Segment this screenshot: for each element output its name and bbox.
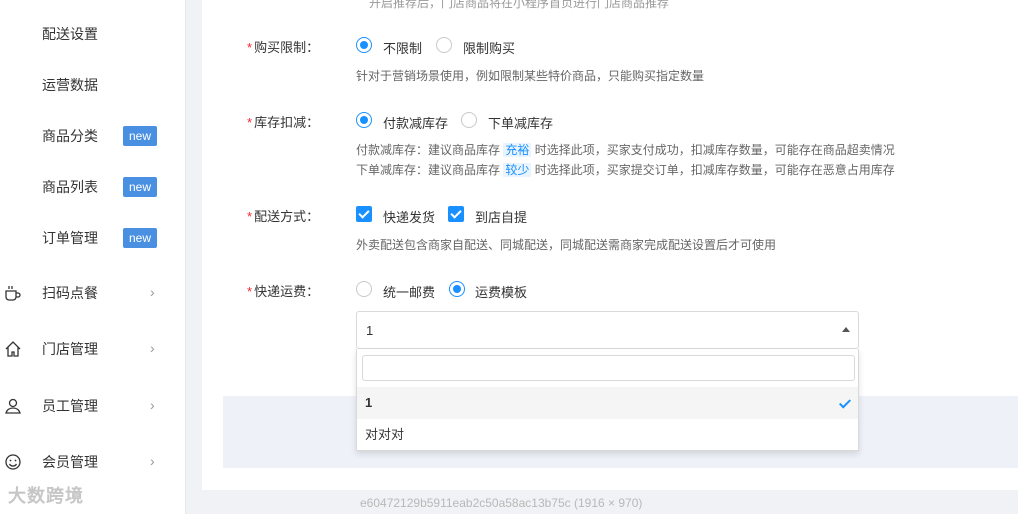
radio-uniform-postage-label: 统一邮费 bbox=[383, 285, 436, 300]
layout-gutter bbox=[186, 0, 202, 514]
stock-deduction-label: * 库存扣减： bbox=[247, 112, 319, 131]
sidebar-item-label: 商品分类 bbox=[42, 128, 98, 144]
purchase-limit-label: * 购买限制： bbox=[247, 37, 319, 56]
home-icon bbox=[5, 341, 21, 357]
purchase-limit-help: 针对于营销场景使用，例如限制某些特价商品，只能购买指定数量 bbox=[356, 69, 705, 83]
shipping-fee-label-text: 快递运费： bbox=[254, 284, 320, 299]
required-mark: * bbox=[247, 40, 253, 55]
radio-order-deduct-label: 下单减库存 bbox=[488, 116, 554, 131]
sidebar-item-store-management[interactable]: 门店管理 › bbox=[0, 329, 186, 369]
sidebar-item-operation-data[interactable]: 运营数据 bbox=[0, 65, 186, 105]
sidebar-item-member-management[interactable]: 会员管理 › bbox=[0, 442, 186, 482]
watermark-logo: 大数跨境 bbox=[8, 486, 84, 506]
stock-help-order-b: 时选择此项，买家提交订单，扣减库存数量，可能存在恶意占用库存 bbox=[534, 163, 895, 177]
stock-help-order: 下单减库存：建议商品库存 较少 时选择此项，买家提交订单，扣减库存数量，可能存在… bbox=[356, 161, 895, 178]
sidebar-item-label: 订单管理 bbox=[42, 230, 98, 246]
checkbox-express-label: 快递发货 bbox=[383, 210, 436, 225]
sidebar-item-label: 门店管理 bbox=[42, 341, 98, 357]
sidebar-item-label: 商品列表 bbox=[42, 179, 98, 195]
shipping-fee-label: * 快递运费： bbox=[247, 281, 319, 300]
sidebar-item-product-category[interactable]: 商品分类 new bbox=[0, 116, 186, 156]
caret-up-icon bbox=[842, 327, 850, 332]
radio-no-limit[interactable] bbox=[356, 37, 372, 53]
check-icon bbox=[838, 396, 852, 409]
sidebar-item-scan-order[interactable]: 扫码点餐 › bbox=[0, 273, 186, 313]
new-badge: new bbox=[123, 228, 158, 248]
required-mark: * bbox=[247, 284, 253, 299]
sidebar-item-order-management[interactable]: 订单管理 new bbox=[0, 218, 186, 258]
recommend-hint: 开启推荐后，门店商品将在小程序首页进行门店商品推荐 bbox=[369, 0, 670, 10]
stock-help-pay-b: 时选择此项，买家支付成功，扣减库存数量，可能存在商品超卖情况 bbox=[534, 143, 895, 157]
purchase-limit-label-text: 购买限制： bbox=[254, 40, 320, 55]
sidebar-item-staff-management[interactable]: 员工管理 › bbox=[0, 386, 186, 426]
stock-help-order-highlight: 较少 bbox=[503, 163, 532, 177]
radio-limit-purchase[interactable] bbox=[436, 37, 452, 53]
sidebar: 配送设置 运营数据 商品分类 new 商品列表 new 订单管理 new 扫码点… bbox=[0, 0, 186, 514]
radio-freight-template[interactable] bbox=[449, 281, 465, 297]
stock-help-order-a: 下单减库存：建议商品库存 bbox=[356, 163, 501, 177]
sidebar-item-delivery-settings[interactable]: 配送设置 bbox=[0, 14, 186, 54]
sidebar-item-label: 运营数据 bbox=[42, 77, 98, 93]
dropdown-option[interactable]: 对对对 bbox=[357, 419, 858, 451]
sidebar-item-label: 会员管理 bbox=[42, 454, 98, 470]
freight-template-dropdown: 1 对对对 bbox=[356, 349, 859, 451]
delivery-method-label-text: 配送方式： bbox=[254, 209, 320, 224]
dropdown-option[interactable]: 1 bbox=[357, 387, 858, 419]
stock-help-pay-highlight: 充裕 bbox=[503, 143, 532, 157]
stock-help-pay-a: 付款减库存：建议商品库存 bbox=[356, 143, 501, 157]
required-mark: * bbox=[247, 115, 253, 130]
chevron-right-icon: › bbox=[150, 453, 155, 469]
checkbox-pickup[interactable] bbox=[448, 206, 464, 222]
new-badge: new bbox=[123, 126, 158, 146]
checkbox-pickup-label: 到店自提 bbox=[475, 210, 528, 225]
freight-template-select[interactable]: 1 bbox=[356, 311, 859, 349]
sidebar-item-label: 扫码点餐 bbox=[42, 285, 98, 301]
user-icon bbox=[5, 398, 21, 414]
new-badge: new bbox=[123, 177, 158, 197]
radio-order-deduct[interactable] bbox=[461, 112, 477, 128]
select-value: 1 bbox=[366, 323, 374, 338]
radio-freight-template-label: 运费模板 bbox=[475, 285, 528, 300]
watermark-id: e60472129b5911eab2c50a58ac13b75c (1916 ×… bbox=[360, 496, 643, 510]
stock-deduction-label-text: 库存扣减： bbox=[254, 115, 320, 130]
sidebar-item-product-list[interactable]: 商品列表 new bbox=[0, 167, 186, 207]
radio-no-limit-label: 不限制 bbox=[383, 41, 423, 56]
stock-help-pay: 付款减库存：建议商品库存 充裕 时选择此项，买家支付成功，扣减库存数量，可能存在… bbox=[356, 141, 895, 158]
radio-pay-deduct-label: 付款减库存 bbox=[383, 116, 449, 131]
dropdown-option-label: 对对对 bbox=[365, 427, 405, 442]
delivery-method-label: * 配送方式： bbox=[247, 206, 319, 225]
chevron-right-icon: › bbox=[150, 397, 155, 413]
radio-limit-purchase-label: 限制购买 bbox=[463, 41, 516, 56]
radio-uniform-postage[interactable] bbox=[356, 281, 372, 297]
required-mark: * bbox=[247, 209, 253, 224]
delivery-help: 外卖配送包含商家自配送、同城配送，同城配送需商家完成配送设置后才可使用 bbox=[356, 238, 777, 252]
chevron-right-icon: › bbox=[150, 340, 155, 356]
chevron-right-icon: › bbox=[150, 284, 155, 300]
radio-pay-deduct[interactable] bbox=[356, 112, 372, 128]
sidebar-item-label: 员工管理 bbox=[42, 398, 98, 414]
coffee-cup-icon bbox=[5, 286, 21, 301]
dropdown-search-input[interactable] bbox=[362, 355, 855, 381]
sidebar-item-label: 配送设置 bbox=[42, 26, 98, 42]
smile-icon bbox=[5, 454, 21, 470]
dropdown-option-label: 1 bbox=[365, 395, 373, 410]
checkbox-express[interactable] bbox=[356, 206, 372, 222]
